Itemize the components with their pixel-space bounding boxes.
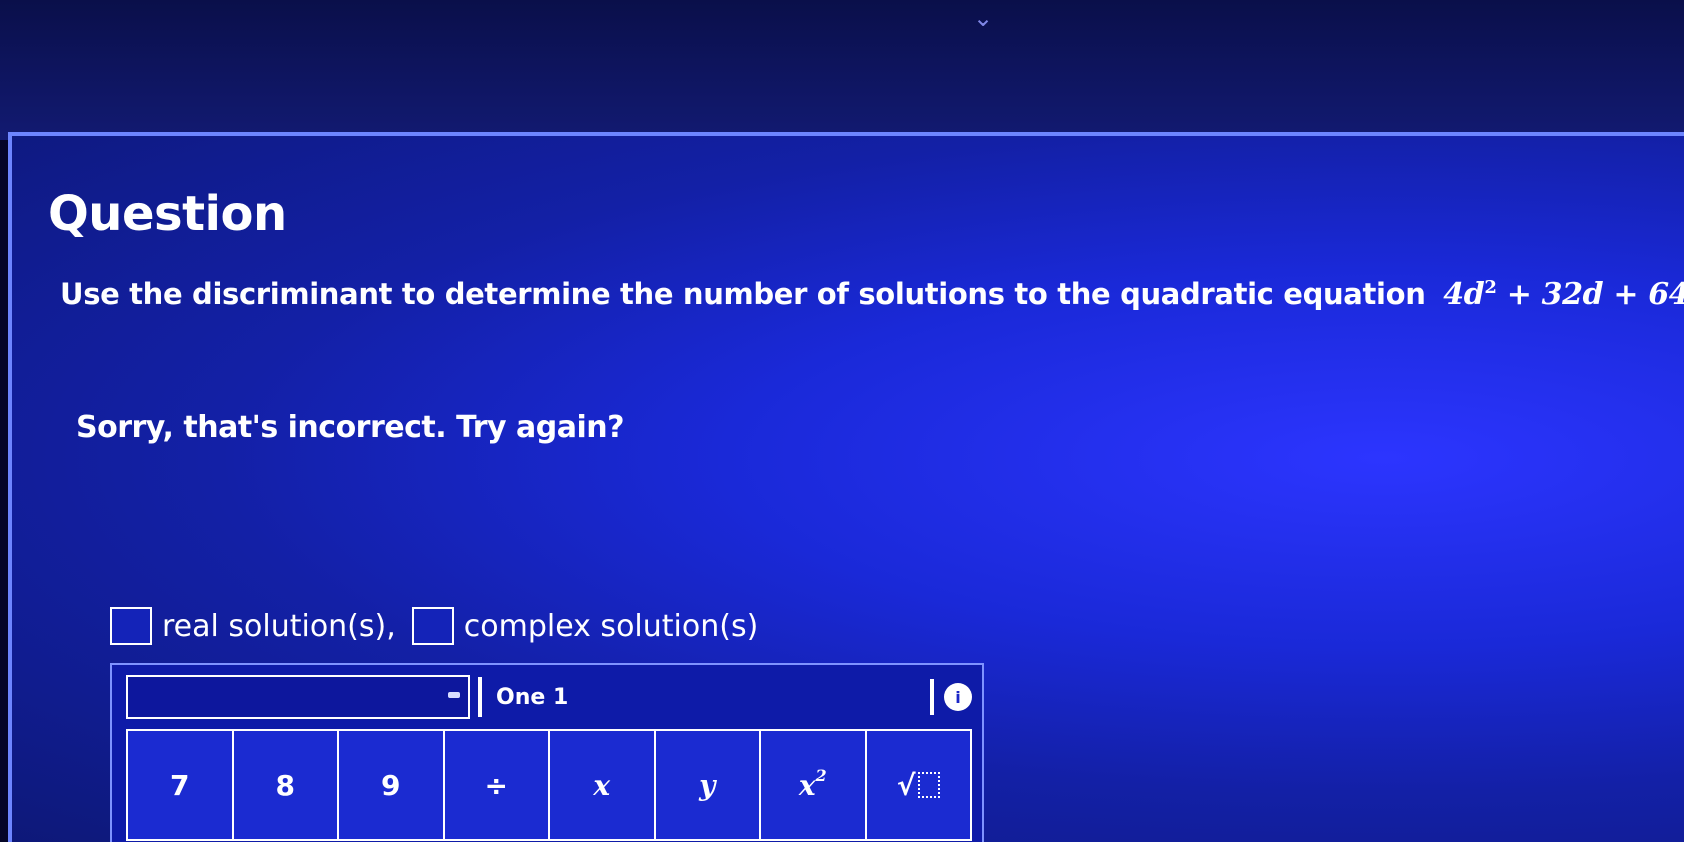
math-input-panel: One 1 i 7 8 9 ÷ x y x2 √ bbox=[110, 663, 984, 842]
quadratic-equation: 4d2 + 32d + 64 = 0. bbox=[1443, 277, 1684, 312]
x-squared-exp: 2 bbox=[815, 765, 827, 785]
math-entry-field[interactable] bbox=[126, 675, 470, 719]
key-8[interactable]: 8 bbox=[233, 731, 339, 841]
complex-solutions-input[interactable] bbox=[411, 607, 454, 645]
feedback-message: Sorry, that's incorrect. Try again? bbox=[76, 410, 625, 445]
minus-icon bbox=[448, 692, 460, 698]
complex-solutions-label: complex solution(s) bbox=[463, 608, 759, 644]
top-band: ⌄ bbox=[0, 0, 1684, 140]
cursor-divider bbox=[478, 677, 482, 717]
key-x-squared[interactable]: x2 bbox=[761, 731, 867, 841]
real-solutions-label: real solution(s), bbox=[162, 608, 396, 644]
key-9[interactable]: 9 bbox=[339, 731, 445, 841]
info-icon[interactable]: i bbox=[944, 683, 972, 711]
key-7[interactable]: 7 bbox=[128, 731, 234, 841]
page-title: Question bbox=[48, 186, 287, 242]
question-panel: Question Use the discriminant to determi… bbox=[8, 132, 1684, 842]
question-prompt: Use the discriminant to determine the nu… bbox=[60, 277, 1684, 312]
entry-tools: i bbox=[930, 679, 972, 715]
real-solutions-input[interactable] bbox=[110, 607, 152, 645]
square-root-icon: √ bbox=[896, 768, 916, 802]
entry-text: One 1 bbox=[496, 684, 569, 710]
math-keypad: 7 8 9 ÷ x y x2 √ bbox=[126, 729, 972, 841]
key-divide[interactable]: ÷ bbox=[444, 731, 550, 841]
key-y[interactable]: y bbox=[655, 731, 761, 841]
chevron-down-icon[interactable]: ⌄ bbox=[968, 6, 998, 30]
square-root-placeholder bbox=[917, 772, 940, 798]
answer-row: real solution(s), complex solution(s) bbox=[110, 605, 764, 647]
entry-row: One 1 i bbox=[126, 671, 972, 723]
prompt-text: Use the discriminant to determine the nu… bbox=[60, 277, 1426, 311]
key-square-root[interactable]: √ bbox=[866, 731, 972, 841]
tool-divider bbox=[930, 679, 934, 715]
x-squared-base: x bbox=[798, 768, 816, 802]
key-x[interactable]: x bbox=[550, 731, 656, 841]
